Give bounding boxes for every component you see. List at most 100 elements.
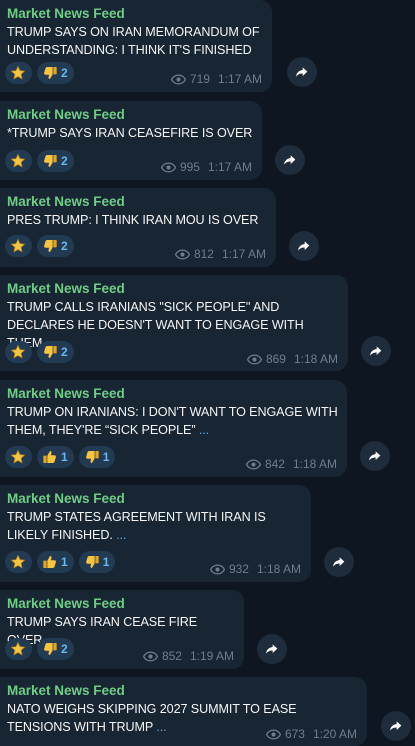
reaction-chip[interactable]: 1: [37, 446, 74, 468]
eye-icon: [246, 353, 262, 365]
reaction-count: 2: [61, 66, 68, 80]
message-bubble[interactable]: Market News Feed TRUMP SAYS ON IRAN MEMOR…: [0, 0, 272, 92]
view-count: 995: [179, 160, 200, 174]
message-meta: 852 1:19 AM: [142, 649, 234, 663]
star-icon: [10, 238, 26, 254]
reactions-row: 11: [5, 551, 116, 573]
thumbs-down-icon: [42, 153, 58, 169]
message-bubble[interactable]: Market News Feed NATO WEIGHS SKIPPING 202…: [0, 677, 367, 746]
eye-icon: [174, 248, 190, 260]
message-text: TRUMP STATES AGREEMENT WITH IRAN IS LIKE…: [7, 508, 302, 544]
reaction-chip[interactable]: 2: [37, 150, 74, 172]
forward-arrow-icon: [264, 641, 280, 657]
message-text-body: PRES TRUMP: I THINK IRAN MOU IS OVER: [7, 213, 259, 227]
thumbs-down-icon: [42, 65, 58, 81]
message-meta: 995 1:17 AM: [160, 160, 252, 174]
reaction-count: 1: [61, 450, 68, 464]
forward-arrow-icon: [388, 718, 404, 734]
message-time: 1:18 AM: [293, 352, 338, 366]
message-text-body: NATO WEIGHS SKIPPING 2027 SUMMIT TO EASE…: [7, 702, 297, 734]
message-sender[interactable]: Market News Feed: [7, 490, 302, 507]
reaction-chip[interactable]: [5, 341, 32, 363]
forward-arrow-icon: [294, 64, 310, 80]
forward-button[interactable]: [360, 441, 390, 471]
reaction-count: 2: [61, 345, 68, 359]
view-count: 869: [265, 352, 286, 366]
message-meta: 719 1:17 AM: [170, 72, 262, 86]
forward-button[interactable]: [287, 57, 317, 87]
view-count: 932: [228, 562, 249, 576]
reaction-chip[interactable]: 2: [37, 638, 74, 660]
view-count: 842: [264, 457, 285, 471]
forward-arrow-icon: [367, 448, 383, 464]
read-more-link[interactable]: ...: [199, 423, 209, 437]
message-text-body: TRUMP ON IRANIANS: I DON'T WANT TO ENGAG…: [7, 405, 338, 437]
message-sender[interactable]: Market News Feed: [7, 106, 253, 123]
message-bubble[interactable]: Market News Feed *TRUMP SAYS IRAN CEASEFI…: [0, 101, 262, 180]
message-meta: 932 1:18 AM: [209, 562, 301, 576]
reactions-row: 2: [5, 235, 74, 257]
reaction-chip[interactable]: [5, 235, 32, 257]
message-bubble[interactable]: Market News Feed PRES TRUMP: I THINK IRAN…: [0, 188, 276, 267]
reaction-chip[interactable]: 2: [37, 341, 74, 363]
star-icon: [10, 153, 26, 169]
forward-button[interactable]: [275, 145, 305, 175]
reaction-chip[interactable]: 1: [78, 446, 116, 468]
message-sender[interactable]: Market News Feed: [7, 193, 267, 210]
message-time: 1:17 AM: [217, 72, 262, 86]
forward-arrow-icon: [296, 238, 312, 254]
forward-button[interactable]: [381, 711, 411, 741]
star-icon: [10, 65, 26, 81]
reaction-chip[interactable]: 1: [78, 551, 116, 573]
message-text-body: TRUMP STATES AGREEMENT WITH IRAN IS LIKE…: [7, 510, 266, 542]
message-bubble[interactable]: Market News Feed TRUMP STATES AGREEMENT W…: [0, 485, 311, 582]
reactions-row: 2: [5, 638, 74, 660]
reaction-chip[interactable]: [5, 638, 32, 660]
reaction-chip[interactable]: [5, 446, 32, 468]
view-count: 673: [284, 727, 305, 741]
eye-icon: [209, 563, 225, 575]
eye-icon: [142, 650, 158, 662]
reaction-chip[interactable]: 2: [37, 62, 74, 84]
forward-button[interactable]: [324, 547, 354, 577]
read-more-link[interactable]: ...: [156, 720, 166, 734]
eye-icon: [245, 458, 261, 470]
forward-button[interactable]: [257, 634, 287, 664]
view-count: 812: [193, 247, 214, 261]
reaction-chip[interactable]: 1: [37, 551, 74, 573]
message-sender[interactable]: Market News Feed: [7, 280, 339, 297]
message-sender[interactable]: Market News Feed: [7, 595, 235, 612]
thumbs-down-icon: [42, 238, 58, 254]
message-bubble[interactable]: Market News Feed TRUMP ON IRANIANS: I DON…: [0, 380, 347, 477]
thumbs-up-icon: [42, 554, 58, 570]
message-meta: 842 1:18 AM: [245, 457, 337, 471]
reaction-chip[interactable]: [5, 62, 32, 84]
message-bubble[interactable]: Market News Feed TRUMP CALLS IRANIANS "SI…: [0, 275, 348, 371]
thumbs-down-icon: [84, 449, 100, 465]
read-more-link[interactable]: ...: [116, 528, 126, 542]
reaction-count: 2: [61, 239, 68, 253]
reaction-chip[interactable]: [5, 551, 32, 573]
thumbs-down-icon: [42, 641, 58, 657]
reactions-row: 2: [5, 62, 74, 84]
message-time: 1:18 AM: [292, 457, 337, 471]
forward-arrow-icon: [331, 554, 347, 570]
reactions-row: 11: [5, 446, 116, 468]
message-time: 1:20 AM: [312, 727, 357, 741]
message-bubble[interactable]: Market News Feed TRUMP SAYS IRAN CEASE FI…: [0, 590, 244, 669]
message-sender[interactable]: Market News Feed: [7, 385, 338, 402]
thumbs-down-icon: [84, 554, 100, 570]
message-sender[interactable]: Market News Feed: [7, 682, 358, 699]
message-meta: 673 1:20 AM: [265, 727, 357, 741]
forward-button[interactable]: [361, 336, 391, 366]
message-text: TRUMP ON IRANIANS: I DON'T WANT TO ENGAG…: [7, 403, 338, 439]
eye-icon: [265, 728, 281, 740]
message-time: 1:17 AM: [207, 160, 252, 174]
forward-button[interactable]: [289, 231, 319, 261]
eye-icon: [170, 73, 186, 85]
message-meta: 869 1:18 AM: [246, 352, 338, 366]
reaction-chip[interactable]: 2: [37, 235, 74, 257]
message-sender[interactable]: Market News Feed: [7, 5, 263, 22]
reaction-chip[interactable]: [5, 150, 32, 172]
star-icon: [10, 554, 26, 570]
